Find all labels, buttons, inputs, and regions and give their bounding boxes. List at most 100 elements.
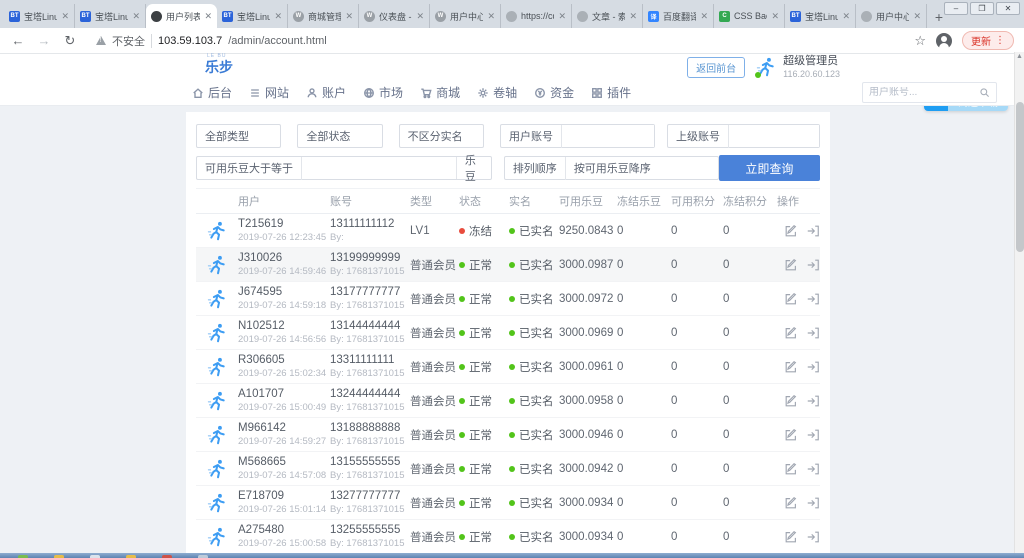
browser-tab[interactable]: CCSS Backgr✕: [714, 4, 785, 28]
tab-close-icon[interactable]: ✕: [700, 11, 708, 22]
browser-tab[interactable]: W商城管理 - 3✕: [288, 4, 359, 28]
close-icon[interactable]: ✕: [996, 2, 1020, 15]
browser-tab[interactable]: BT宝塔Linux面✕: [75, 4, 146, 28]
browser-tab[interactable]: W用户中心-索✕: [430, 4, 501, 28]
user-avatar: [196, 492, 238, 514]
login-as-button[interactable]: [806, 428, 820, 442]
nav-item-市场[interactable]: 市场: [363, 84, 403, 101]
tab-close-icon[interactable]: ✕: [771, 11, 779, 22]
user-id[interactable]: M568665: [238, 455, 330, 469]
type-select[interactable]: 全部类型: [196, 124, 281, 148]
user-avatar: [196, 424, 238, 446]
search-icon[interactable]: [979, 87, 990, 98]
user-id[interactable]: J674595: [238, 285, 330, 299]
browser-tab[interactable]: BT宝塔Linux面✕: [217, 4, 288, 28]
browser-tab[interactable]: BT宝塔Linux面✕: [4, 4, 75, 28]
minimize-icon[interactable]: –: [944, 2, 968, 15]
browser-tab[interactable]: 用户中心 - 1✕: [856, 4, 927, 28]
site-logo[interactable]: LE BU 乐步: [205, 60, 233, 74]
browser-tab[interactable]: 文章 - 索引✕: [572, 4, 643, 28]
ledou-min-input[interactable]: [302, 157, 456, 179]
windows-taskbar[interactable]: [0, 553, 1024, 558]
edit-button[interactable]: [784, 462, 798, 476]
user-id[interactable]: N102512: [238, 319, 330, 333]
user-id[interactable]: M966142: [238, 421, 330, 435]
edit-button[interactable]: [784, 326, 798, 340]
user-account-search[interactable]: [862, 82, 997, 103]
forward-icon[interactable]: →: [36, 33, 52, 48]
scroll-up-icon[interactable]: ▲: [1015, 52, 1024, 62]
realname-dot-icon: [509, 466, 515, 472]
login-as-button[interactable]: [806, 292, 820, 306]
order-select[interactable]: 按可用乐豆降序: [566, 160, 718, 176]
nav-item-后台[interactable]: 后台: [192, 84, 232, 101]
edit-button[interactable]: [784, 496, 798, 510]
user-id[interactable]: T215619: [238, 217, 330, 231]
referrer: By:: [330, 232, 410, 244]
edit-button[interactable]: [784, 258, 798, 272]
user-id[interactable]: J310026: [238, 251, 330, 265]
browser-tab[interactable]: https://cdn.✕: [501, 4, 572, 28]
tab-close-icon[interactable]: ✕: [842, 11, 850, 22]
nav-item-商城[interactable]: 商城: [420, 84, 460, 101]
tab-close-icon[interactable]: ✕: [132, 11, 140, 22]
tab-close-icon[interactable]: ✕: [913, 11, 921, 22]
edit-button[interactable]: [784, 292, 798, 306]
bookmark-star-icon[interactable]: ☆: [914, 33, 926, 49]
user-id[interactable]: E718709: [238, 489, 330, 503]
nav-item-卷轴[interactable]: 卷轴: [477, 84, 517, 101]
back-icon[interactable]: ←: [10, 33, 26, 48]
status-select[interactable]: 全部状态: [297, 124, 382, 148]
realname-select[interactable]: 不区分实名: [399, 124, 484, 148]
nav-item-资金[interactable]: 资金: [534, 84, 574, 101]
edit-button[interactable]: [784, 394, 798, 408]
login-as-button[interactable]: [806, 496, 820, 510]
admin-account[interactable]: 超级管理员 116.20.60.123: [755, 55, 840, 78]
login-as-button[interactable]: [806, 224, 820, 238]
browser-tab[interactable]: BT宝塔Linux面✕: [785, 4, 856, 28]
login-as-button[interactable]: [806, 258, 820, 272]
tab-close-icon[interactable]: ✕: [558, 11, 566, 22]
search-input[interactable]: [869, 87, 975, 98]
edit-button[interactable]: [784, 224, 798, 238]
refresh-icon[interactable]: ↻: [62, 33, 78, 49]
tab-close-icon[interactable]: ✕: [345, 11, 353, 22]
browser-tab[interactable]: 译百度翻译-20✕: [643, 4, 714, 28]
browser-scrollbar[interactable]: ▲: [1014, 52, 1024, 553]
tab-close-icon[interactable]: ✕: [61, 11, 69, 22]
browser-tab[interactable]: 用户列表✕: [146, 4, 217, 28]
edit-button[interactable]: [784, 428, 798, 442]
login-as-button[interactable]: [806, 530, 820, 544]
chrome-update-button[interactable]: 更新 ⋮: [962, 31, 1014, 50]
tab-close-icon[interactable]: ✕: [274, 11, 282, 22]
login-as-button[interactable]: [806, 326, 820, 340]
profile-avatar-icon[interactable]: [936, 33, 952, 49]
user-id[interactable]: R306605: [238, 353, 330, 367]
referrer: By: 17681371015: [330, 504, 410, 516]
tab-close-icon[interactable]: ✕: [629, 11, 637, 22]
login-as-button[interactable]: [806, 360, 820, 374]
nav-item-账户[interactable]: 账户: [306, 84, 346, 101]
login-as-button[interactable]: [806, 462, 820, 476]
scrollbar-thumb[interactable]: [1016, 102, 1024, 252]
user-id[interactable]: A275480: [238, 523, 330, 537]
nav-item-网站[interactable]: 网站: [249, 84, 289, 101]
referrer: By: 17681371015: [330, 300, 410, 312]
restore-icon[interactable]: ❐: [970, 2, 994, 15]
nav-item-插件[interactable]: 插件: [591, 84, 631, 101]
query-button[interactable]: 立即查询: [719, 155, 820, 181]
back-to-front-button[interactable]: 返回前台: [687, 57, 745, 78]
browser-tab[interactable]: W仪表盘 - 索✕: [359, 4, 430, 28]
user-id[interactable]: A101707: [238, 387, 330, 401]
tab-close-icon[interactable]: ✕: [416, 11, 424, 22]
address-bar[interactable]: 不安全 103.59.103.7/admin/account.html: [88, 30, 904, 52]
account-input[interactable]: [562, 125, 654, 147]
tab-close-icon[interactable]: ✕: [487, 11, 495, 22]
edit-button[interactable]: [784, 530, 798, 544]
edit-button[interactable]: [784, 360, 798, 374]
not-secure-warning-icon[interactable]: [96, 36, 106, 45]
download-helper-widget[interactable]: 高速下载: [924, 106, 1008, 111]
tab-close-icon[interactable]: ✕: [204, 11, 212, 22]
login-as-button[interactable]: [806, 394, 820, 408]
parent-account-input[interactable]: [729, 125, 819, 147]
